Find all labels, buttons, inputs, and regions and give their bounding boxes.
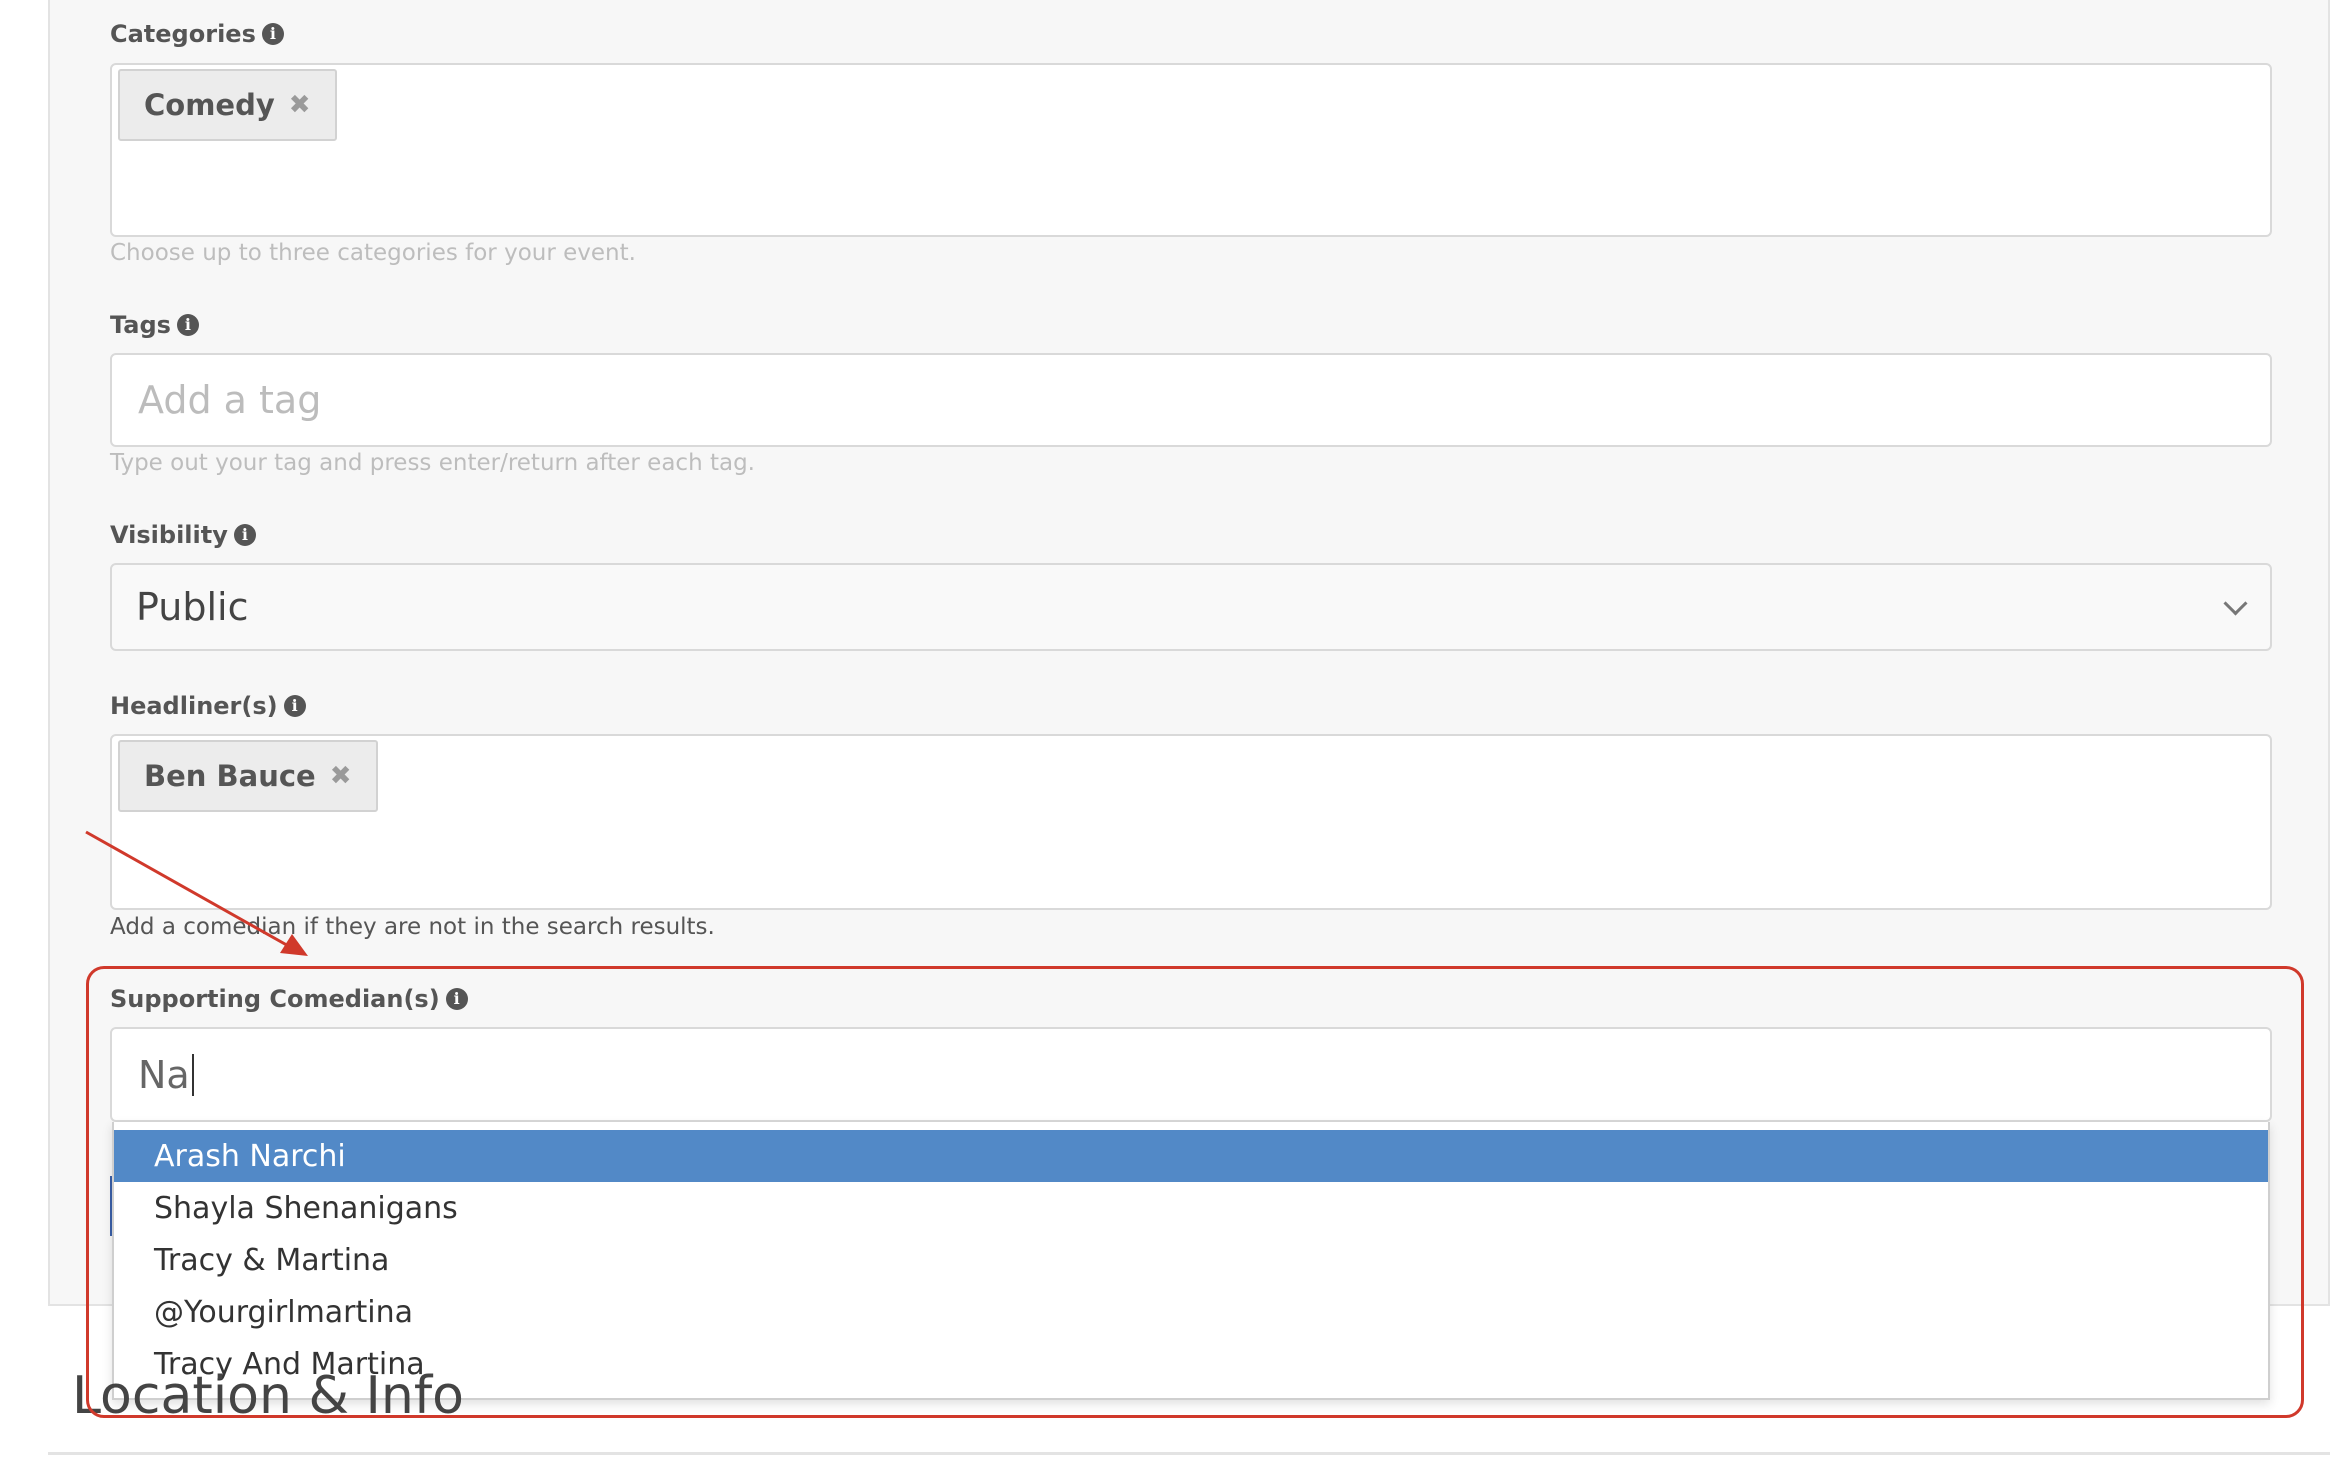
annotation-arrow-icon (85, 830, 308, 956)
